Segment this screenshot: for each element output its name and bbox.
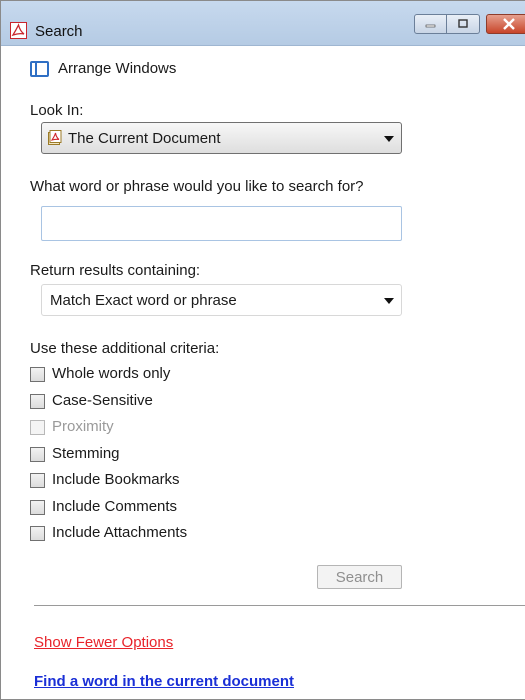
include-bookmarks-label[interactable]: Include Bookmarks (52, 470, 180, 490)
include-bookmarks-checkbox[interactable]: Include Bookmarks (30, 469, 180, 491)
whole-words-checkbox[interactable]: Whole words only (30, 363, 170, 385)
search-window: Search Arrange Windows Look In: The Curr… (0, 0, 525, 700)
checkbox-box[interactable] (30, 472, 45, 488)
show-fewer-options-link[interactable]: Show Fewer Options (34, 633, 173, 653)
find-word-link[interactable]: Find a word in the current document (34, 672, 294, 692)
proximity-label: Proximity (52, 418, 114, 435)
stemming-checkbox[interactable]: Stemming (30, 443, 120, 465)
arrange-windows-icon[interactable] (30, 61, 49, 77)
case-sensitive-checkbox[interactable]: Case-Sensitive (30, 390, 153, 412)
checkbox-box[interactable] (30, 366, 45, 382)
search-query-input[interactable] (41, 206, 402, 241)
look-in-label: Look In: (30, 102, 84, 119)
return-results-selected-value: Match Exact word or phrase (50, 292, 237, 309)
include-attachments-checkbox[interactable]: Include Attachments (30, 522, 187, 544)
checkbox-box[interactable] (30, 393, 45, 409)
criteria-label: Use these additional criteria: (30, 340, 220, 357)
look-in-dropdown[interactable]: The Current Document (41, 122, 402, 154)
include-comments-checkbox[interactable]: Include Comments (30, 496, 177, 518)
proximity-checkbox: Proximity (30, 416, 114, 438)
maximize-button[interactable] (447, 14, 480, 34)
whole-words-label[interactable]: Whole words only (52, 364, 170, 384)
title-bar[interactable]: Search (1, 1, 525, 46)
acrobat-app-icon (10, 22, 27, 39)
checkbox-box[interactable] (30, 446, 45, 462)
include-comments-label[interactable]: Include Comments (52, 497, 177, 517)
maximize-icon (447, 15, 479, 33)
return-results-dropdown[interactable]: Match Exact word or phrase (41, 284, 402, 316)
divider (34, 605, 525, 606)
case-sensitive-label[interactable]: Case-Sensitive (52, 391, 153, 411)
close-icon (487, 15, 525, 33)
look-in-selected-value: The Current Document (68, 130, 221, 147)
chevron-down-icon (384, 136, 394, 142)
checkbox-box[interactable] (30, 525, 45, 541)
return-results-label: Return results containing: (30, 262, 201, 279)
minimize-icon (415, 15, 446, 33)
minimize-button[interactable] (414, 14, 447, 34)
search-query-label: What word or phrase would you like to se… (30, 178, 364, 195)
include-attachments-label[interactable]: Include Attachments (52, 523, 187, 543)
chevron-down-icon (384, 298, 394, 304)
close-button[interactable] (486, 14, 525, 34)
checkbox-box (30, 419, 45, 435)
window-title: Search (35, 23, 83, 40)
pdf-document-icon (48, 130, 62, 145)
arrange-windows-label[interactable]: Arrange Windows (58, 59, 176, 79)
checkbox-box[interactable] (30, 499, 45, 515)
stemming-label[interactable]: Stemming (52, 444, 120, 464)
search-button[interactable]: Search (317, 565, 402, 589)
